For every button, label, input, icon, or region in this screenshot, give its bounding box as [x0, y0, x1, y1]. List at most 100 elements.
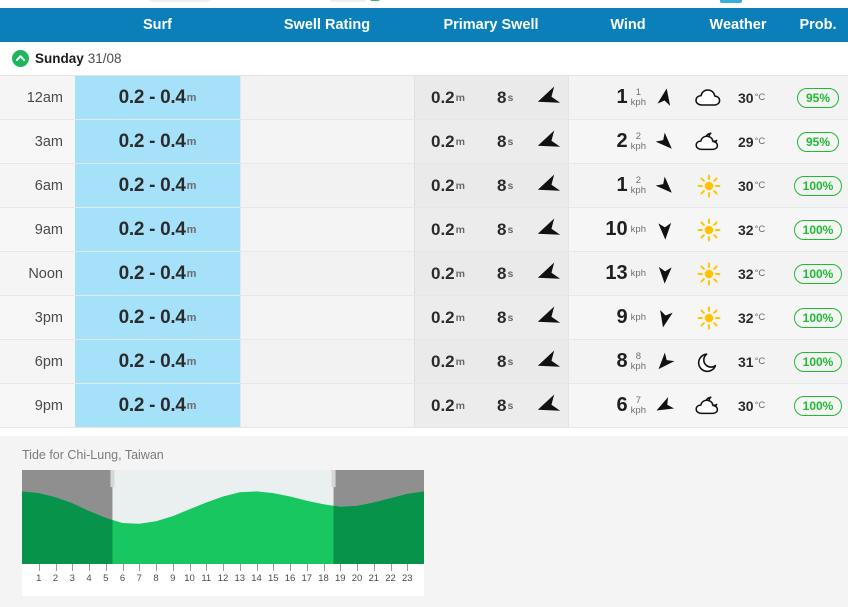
swell-direction-arrow-icon: [535, 85, 561, 111]
swell-height-value: 0.2: [431, 263, 455, 283]
row-time: Noon: [0, 252, 75, 295]
wind-units: 2 kph: [631, 176, 646, 195]
surf-height-cell: 0.2 - 0.4 m: [75, 340, 240, 383]
wind-speed-value: 9: [616, 306, 628, 328]
column-header-surf[interactable]: Surf: [75, 8, 240, 42]
tide-axis-label: 23: [401, 573, 413, 584]
tide-axis-label: 22: [385, 573, 396, 584]
swell-period-unit: s: [507, 311, 514, 324]
forecast-row[interactable]: 6pm 0.2 - 0.4 m 0.2 m 8 s 8 8 kph 31 °C 100%: [0, 340, 848, 384]
wind-speed-unit: kph: [630, 360, 646, 372]
wind-speed-unit: kph: [630, 96, 646, 108]
forecast-row[interactable]: 3am 0.2 - 0.4 m 0.2 m 8 s 2 2 kph 29 °C 95%: [0, 120, 848, 164]
sliver-chip-d: [720, 0, 742, 3]
primary-swell-cell: 0.2 m 8 s: [414, 296, 568, 339]
wind-cell: 13 kph: [568, 252, 688, 295]
wind-speed-unit: kph: [630, 223, 646, 235]
swell-rating-cell: [240, 76, 414, 119]
weather-cell: 31 °C: [688, 340, 788, 383]
row-time: 6pm: [0, 340, 75, 383]
chevron-up-circle-icon[interactable]: [12, 50, 29, 67]
swell-period-value: 8: [496, 395, 507, 415]
swell-period-value: 8: [496, 219, 507, 239]
surf-height-cell: 0.2 - 0.4 m: [75, 120, 240, 163]
tide-curve: [22, 470, 424, 564]
surf-height-value: 0.2 - 0.4: [118, 306, 186, 328]
probability-badge: 100%: [793, 351, 843, 372]
weather-cell: 30 °C: [688, 164, 788, 207]
swell-period-unit: s: [507, 267, 514, 280]
forecast-row[interactable]: 12am 0.2 - 0.4 m 0.2 m 8 s 1 1 kph 30 °C 95%: [0, 76, 848, 120]
tide-axis-label: 6: [119, 573, 126, 584]
swell-period-unit: s: [507, 91, 514, 104]
temperature-value: 30: [738, 397, 754, 414]
swell-direction-arrow-icon: [535, 217, 561, 243]
probability-badge: 100%: [793, 307, 843, 328]
swell-rating-cell: [240, 340, 414, 383]
tide-axis-tick: [273, 564, 275, 571]
swell-period-unit: s: [507, 355, 514, 368]
column-header-wind[interactable]: Wind: [568, 8, 688, 42]
probability-cell: 100%: [788, 208, 848, 251]
temperature-value: 32: [738, 309, 754, 326]
row-time: 9am: [0, 208, 75, 251]
forecast-row[interactable]: 9am 0.2 - 0.4 m 0.2 m 8 s 10 kph 32 °C 100%: [0, 208, 848, 252]
forecast-row[interactable]: 6am 0.2 - 0.4 m 0.2 m 8 s 1 2 kph 30 °C 100%: [0, 164, 848, 208]
column-header-prob[interactable]: Prob.: [788, 8, 848, 42]
tide-axis-tick: [373, 564, 375, 571]
swell-period-unit: s: [507, 399, 514, 412]
swell-height-value: 0.2: [431, 395, 455, 415]
tide-axis-label: 2: [52, 573, 59, 584]
wind-cell: 1 1 kph: [568, 76, 688, 119]
probability-badge: 95%: [796, 131, 840, 152]
wind-units: kph: [631, 313, 646, 323]
surf-height-value: 0.2 - 0.4: [118, 350, 186, 372]
surf-height-unit: m: [186, 355, 197, 368]
weather-cell: 30 °C: [688, 384, 788, 427]
column-header-swell-rating[interactable]: Swell Rating: [240, 8, 414, 42]
probability-badge: 100%: [793, 395, 843, 416]
temperature-unit: °C: [754, 136, 766, 147]
swell-period-unit: s: [507, 179, 514, 192]
wind-direction-arrow-icon: [654, 263, 676, 285]
weather-cell: 32 °C: [688, 252, 788, 295]
wind-cell: 6 7 kph: [568, 384, 688, 427]
forecast-row[interactable]: 3pm 0.2 - 0.4 m 0.2 m 8 s 9 kph 32 °C 100%: [0, 296, 848, 340]
swell-direction-arrow-icon: [535, 393, 561, 419]
wind-speed-value: 10: [605, 218, 628, 240]
tide-axis-label: 10: [184, 573, 195, 584]
day-divider-row[interactable]: Sunday 31/08: [0, 42, 848, 76]
temperature-unit: °C: [754, 92, 766, 103]
temperature-value: 32: [738, 221, 754, 238]
day-name: Sunday: [35, 51, 84, 66]
wind-units: kph: [631, 225, 646, 235]
tide-axis-tick: [122, 564, 124, 571]
wind-speed-value: 6: [616, 394, 628, 416]
wind-direction-arrow-icon: [654, 395, 676, 417]
surf-height-unit: m: [186, 91, 197, 104]
tide-graph: [22, 470, 424, 564]
column-header-primary-swell[interactable]: Primary Swell: [414, 8, 568, 42]
tide-axis-tick: [223, 564, 224, 571]
temperature-unit: °C: [754, 224, 766, 235]
wind-cell: 8 8 kph: [568, 340, 688, 383]
swell-height-unit: m: [455, 399, 465, 412]
wind-speed-value: 1: [616, 174, 628, 196]
primary-swell-cell: 0.2 m 8 s: [414, 384, 568, 427]
weather-cell: 32 °C: [688, 296, 788, 339]
temperature-value: 29: [738, 133, 754, 150]
surf-height-value: 0.2 - 0.4: [118, 218, 186, 240]
swell-direction-arrow-icon: [535, 305, 561, 331]
wind-direction-arrow-icon: [654, 351, 676, 373]
tide-axis-tick: [55, 564, 57, 571]
surf-height-unit: m: [186, 399, 197, 412]
swell-height-unit: m: [455, 355, 465, 368]
forecast-row[interactable]: 9pm 0.2 - 0.4 m 0.2 m 8 s 6 7 kph 30 °C 100%: [0, 384, 848, 428]
temperature-unit: °C: [754, 400, 766, 411]
column-header-weather[interactable]: Weather: [688, 8, 788, 42]
probability-badge: 100%: [793, 219, 843, 240]
tide-axis-tick: [89, 564, 90, 571]
surf-height-cell: 0.2 - 0.4 m: [75, 296, 240, 339]
sun-icon: [692, 174, 726, 198]
forecast-row[interactable]: Noon 0.2 - 0.4 m 0.2 m 8 s 13 kph 32 °C 100%: [0, 252, 848, 296]
